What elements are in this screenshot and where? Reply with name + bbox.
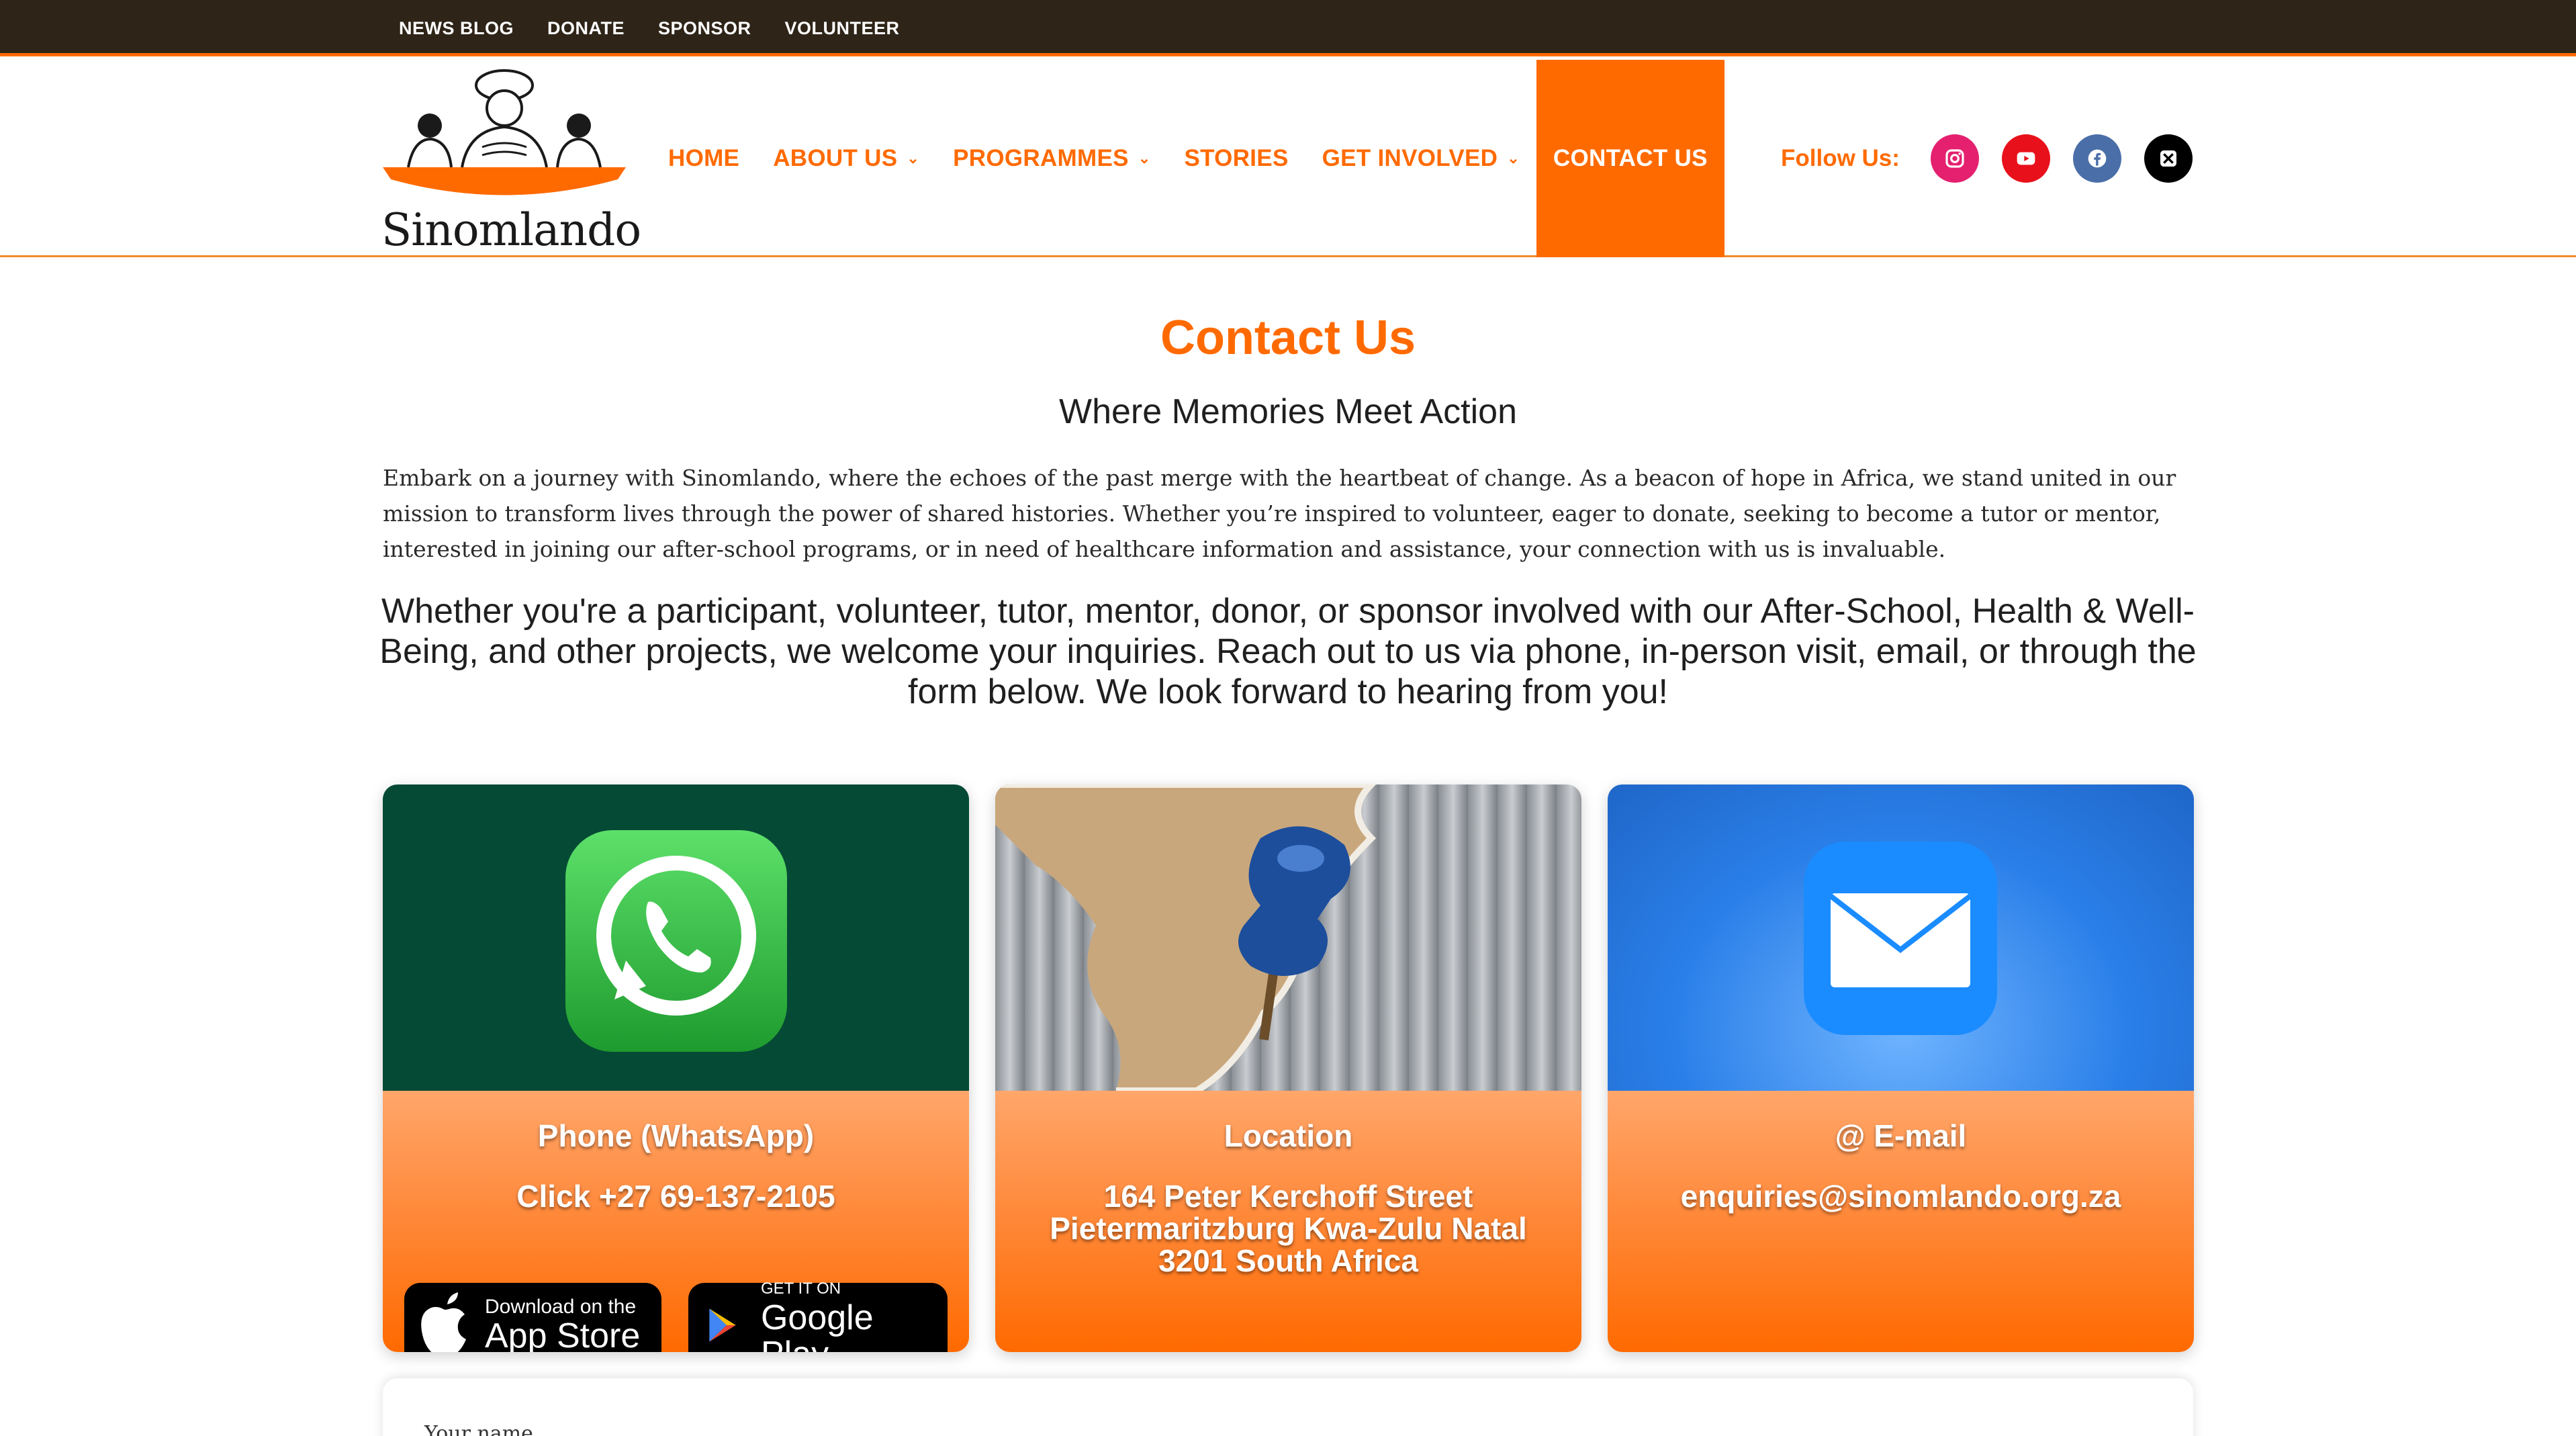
nav-programmes-label: PROGRAMMES xyxy=(953,145,1129,171)
your-name-label: Your name xyxy=(424,1422,533,1436)
address-line-2: Pietermaritzburg Kwa-Zulu Natal xyxy=(1050,1211,1527,1246)
invite-paragraph: Whether you're a participant, volunteer,… xyxy=(379,592,2197,711)
location-map-image xyxy=(995,784,1581,1094)
email-heading: @ E-mail xyxy=(1835,1118,1967,1153)
map-pin-icon xyxy=(995,784,1377,1094)
phone-card-body: Phone (WhatsApp) Click +27 69-137-2105 D… xyxy=(383,1091,969,1352)
app-store-button[interactable]: Download on the App Store xyxy=(404,1283,661,1352)
top-link-sponsor[interactable]: SPONSOR xyxy=(658,18,751,39)
chevron-down-icon: ⌄ xyxy=(907,150,920,167)
site-header: Sinomlando HOME ABOUT US ⌄ PROGRAMMES ⌄ … xyxy=(0,60,2576,257)
chevron-down-icon: ⌄ xyxy=(1507,150,1520,167)
email-card-body: @ E-mail enquiries@sinomlando.org.za xyxy=(1608,1091,2194,1352)
instagram-icon[interactable] xyxy=(1930,134,1979,183)
nav-about-label: ABOUT US xyxy=(773,145,898,171)
top-link-volunteer[interactable]: VOLUNTEER xyxy=(785,18,900,39)
google-play-button[interactable]: GET IT ON Google Play xyxy=(688,1280,948,1352)
follow-us: Follow Us: xyxy=(1781,60,2215,257)
page-subtitle: Where Memories Meet Action xyxy=(1058,392,1518,431)
apple-icon xyxy=(421,1292,466,1352)
google-play-big-text: Google Play xyxy=(760,1298,874,1352)
whatsapp-image xyxy=(383,784,969,1091)
follow-us-label: Follow Us: xyxy=(1781,145,1900,171)
phone-number-link[interactable]: Click +27 69-137-2105 xyxy=(383,1180,969,1212)
logo-wordmark: Sinomlando xyxy=(381,204,641,256)
x-icon[interactable] xyxy=(2144,134,2193,183)
top-bar: NEWS BLOG DONATE SPONSOR VOLUNTEER xyxy=(0,0,2576,56)
nav-home[interactable]: HOME xyxy=(651,60,756,257)
mail-icon xyxy=(1804,842,1997,1035)
google-play-small-text: GET IT ON xyxy=(760,1280,841,1298)
nav-get-involved-label: GET INVOLVED xyxy=(1322,145,1498,171)
location-heading: Location xyxy=(1224,1118,1353,1153)
page-title: Contact Us xyxy=(1160,311,1416,365)
nav-about-us[interactable]: ABOUT US ⌄ xyxy=(756,60,936,257)
top-bar-nav: NEWS BLOG DONATE SPONSOR VOLUNTEER xyxy=(399,0,900,56)
address-line-1: 164 Peter Kerchoff Street xyxy=(1103,1179,1473,1214)
nav-home-label: HOME xyxy=(668,145,740,171)
google-play-icon xyxy=(709,1308,736,1342)
email-address-link[interactable]: enquiries@sinomlando.org.za xyxy=(1608,1180,2194,1212)
location-address: 164 Peter Kerchoff Street Pietermaritzbu… xyxy=(995,1180,1581,1277)
location-card-body: Location 164 Peter Kerchoff Street Piete… xyxy=(995,1091,1581,1352)
location-card: Location 164 Peter Kerchoff Street Piete… xyxy=(995,784,1581,1352)
email-image xyxy=(1608,784,2194,1091)
nav-stories[interactable]: STORIES xyxy=(1167,60,1305,257)
nav-get-involved[interactable]: GET INVOLVED ⌄ xyxy=(1305,60,1536,257)
address-line-3: 3201 South Africa xyxy=(1158,1243,1418,1278)
phone-card: Phone (WhatsApp) Click +27 69-137-2105 D… xyxy=(383,784,969,1352)
whatsapp-icon xyxy=(565,830,787,1052)
nav-contact-label: CONTACT US xyxy=(1553,145,1708,171)
youtube-icon[interactable] xyxy=(2001,134,2050,183)
site-logo[interactable]: Sinomlando xyxy=(381,66,641,256)
nav-stories-label: STORIES xyxy=(1184,145,1289,171)
facebook-icon[interactable] xyxy=(2072,134,2121,183)
top-link-donate[interactable]: DONATE xyxy=(547,18,625,39)
app-store-big-text: App Store xyxy=(485,1316,641,1352)
app-store-small-text: Download on the xyxy=(485,1296,637,1318)
nav-programmes[interactable]: PROGRAMMES ⌄ xyxy=(936,60,1167,257)
chevron-down-icon: ⌄ xyxy=(1138,150,1151,167)
main-nav: HOME ABOUT US ⌄ PROGRAMMES ⌄ STORIES GET… xyxy=(651,60,1724,257)
phone-heading: Phone (WhatsApp) xyxy=(537,1118,815,1153)
logo-illustration-icon xyxy=(383,69,626,195)
top-link-news-blog[interactable]: NEWS BLOG xyxy=(399,18,514,39)
email-card: @ E-mail enquiries@sinomlando.org.za xyxy=(1608,784,2194,1352)
intro-paragraph: Embark on a journey with Sinomlando, whe… xyxy=(383,465,2176,562)
nav-contact-us[interactable]: CONTACT US xyxy=(1536,60,1724,257)
contact-form: Your name xyxy=(383,1378,2193,1436)
